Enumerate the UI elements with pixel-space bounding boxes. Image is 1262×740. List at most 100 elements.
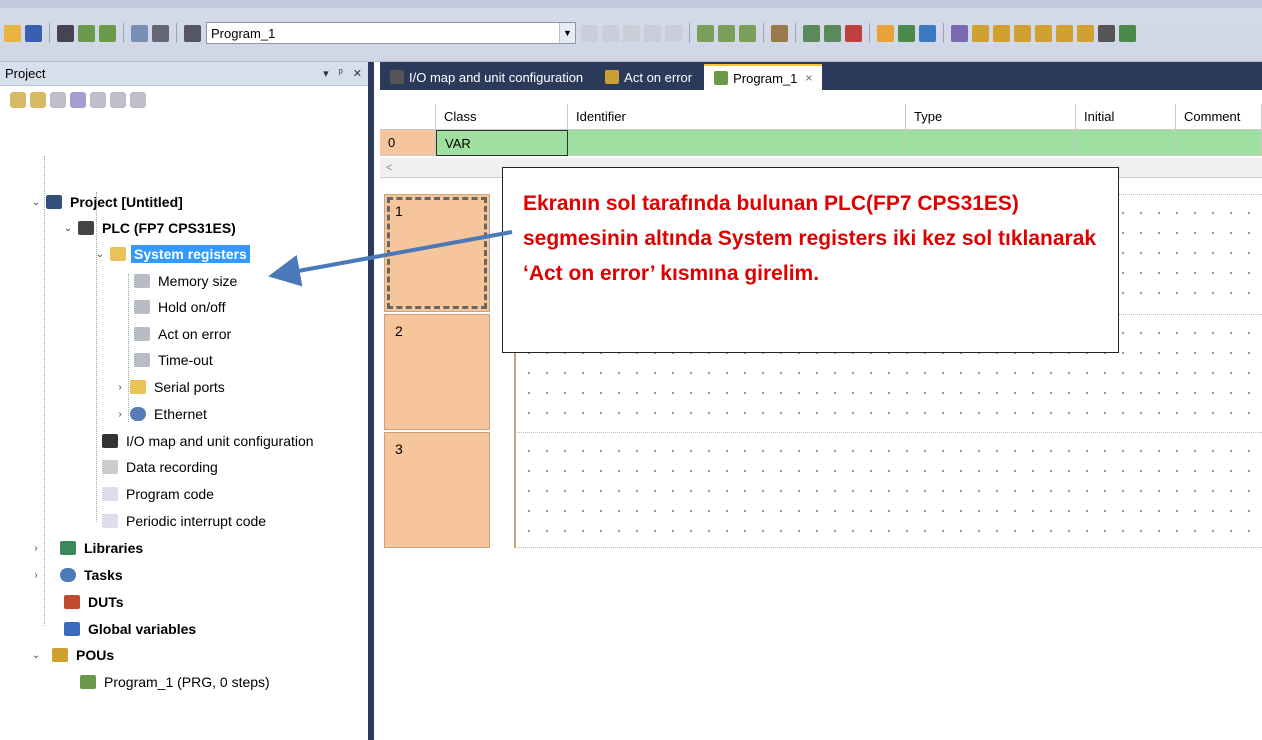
tree-item-io-map[interactable]: I/O map and unit configuration — [98, 431, 317, 451]
check-icon[interactable] — [130, 92, 146, 108]
tree-item-plc[interactable]: ⌄ PLC (FP7 CPS31ES) — [62, 218, 239, 238]
rung-number[interactable]: 3 — [384, 432, 490, 548]
print-preview-icon[interactable] — [131, 24, 148, 42]
cut-icon[interactable] — [581, 24, 598, 42]
tree-item-pous[interactable]: ⌄ POUs — [30, 645, 117, 665]
column-header[interactable]: Initial — [1076, 104, 1176, 130]
rung-area[interactable] — [514, 432, 1262, 548]
network-icon[interactable] — [697, 24, 714, 42]
ld-contact-icon[interactable] — [972, 24, 989, 42]
initial-cell[interactable] — [1076, 130, 1176, 156]
function-icon[interactable] — [919, 24, 936, 42]
library-icon[interactable] — [90, 92, 106, 108]
column-header[interactable]: Type — [906, 104, 1076, 130]
network-icon[interactable] — [718, 24, 735, 42]
coil-icon[interactable] — [898, 24, 915, 42]
column-header[interactable]: Class — [436, 104, 568, 130]
open-icon[interactable] — [4, 24, 21, 42]
row-index: 0 — [380, 130, 436, 156]
panel-menu-icon[interactable]: ▾ — [323, 67, 329, 80]
find-icon[interactable] — [184, 24, 201, 42]
ld-open-contact-icon[interactable] — [1014, 24, 1031, 42]
delete-row-icon[interactable] — [845, 24, 862, 42]
chevron-right-icon[interactable]: › — [114, 382, 126, 393]
ld-line-icon[interactable] — [993, 24, 1010, 42]
close-icon[interactable]: ✕ — [353, 67, 362, 80]
column-header[interactable]: Comment — [1176, 104, 1262, 130]
rung-number[interactable]: 1 — [384, 194, 490, 312]
compile-icon[interactable] — [78, 24, 95, 42]
tree-item-global-vars[interactable]: Global variables — [30, 619, 199, 639]
tree-item-serial-ports[interactable]: › Serial ports — [114, 377, 228, 397]
monitor-icon[interactable] — [57, 24, 74, 42]
program-icon — [80, 675, 96, 689]
remove-icon[interactable] — [50, 92, 66, 108]
tree-item-project[interactable]: ⌄ Project [Untitled] — [30, 192, 186, 212]
chevron-down-icon[interactable]: ⌄ — [62, 223, 74, 234]
table-row[interactable]: 0 VAR — [380, 130, 1262, 156]
insert-row-icon[interactable] — [803, 24, 820, 42]
save-icon[interactable] — [25, 24, 42, 42]
identifier-cell[interactable] — [568, 130, 906, 156]
chevron-right-icon[interactable]: › — [30, 543, 42, 554]
tree-item-program1[interactable]: Program_1 (PRG, 0 steps) — [76, 672, 273, 692]
chevron-right-icon[interactable]: › — [114, 409, 126, 420]
rung-number[interactable]: 2 — [384, 314, 490, 430]
add-folder-icon[interactable] — [30, 92, 46, 108]
menu-strip — [0, 0, 1262, 8]
tree-item-ethernet[interactable]: › Ethernet — [114, 404, 210, 424]
scroll-left-icon[interactable]: < — [386, 162, 392, 174]
chevron-down-icon[interactable]: ▼ — [559, 23, 575, 43]
contact-icon[interactable] — [877, 24, 894, 42]
recording-icon — [102, 460, 118, 474]
tree-item-label: I/O map and unit configuration — [126, 433, 314, 449]
undo-icon[interactable] — [644, 24, 661, 42]
library-add-icon[interactable] — [110, 92, 126, 108]
comment-cell[interactable] — [1176, 130, 1262, 156]
pin-icon[interactable]: ᵖ — [339, 67, 343, 80]
tab-program1[interactable]: Program_1 × — [704, 64, 823, 90]
chevron-down-icon[interactable]: ⌄ — [94, 249, 106, 260]
tree-item-duts[interactable]: DUTs — [30, 592, 127, 612]
tree-item-data-recording[interactable]: Data recording — [98, 457, 221, 477]
tab-act-on-error[interactable]: Act on error — [595, 64, 702, 90]
paste-icon[interactable] — [623, 24, 640, 42]
tree-item-program-code[interactable]: Program code — [98, 484, 217, 504]
pencil-icon[interactable] — [951, 24, 968, 42]
tree-item-memory-size[interactable]: Memory size — [130, 271, 240, 291]
column-header[interactable]: Identifier — [568, 104, 906, 130]
box-icon[interactable] — [1119, 24, 1136, 42]
annotation-text: Ekranın sol tarafında bulunan PLC(FP7 CP… — [523, 192, 1097, 285]
copy-icon[interactable] — [602, 24, 619, 42]
add-object-icon[interactable] — [10, 92, 26, 108]
type-cell[interactable] — [906, 130, 1076, 156]
program-selector[interactable]: Program_1 ▼ — [206, 22, 576, 44]
append-row-icon[interactable] — [824, 24, 841, 42]
close-icon[interactable]: × — [805, 71, 812, 85]
tree-item-timeout[interactable]: Time-out — [130, 350, 216, 370]
redo-icon[interactable] — [665, 24, 682, 42]
chevron-down-icon[interactable]: ⌄ — [30, 650, 42, 661]
tree-item-tasks[interactable]: › Tasks — [30, 565, 126, 585]
tree-item-hold[interactable]: Hold on/off — [130, 297, 228, 317]
print-icon[interactable] — [152, 24, 169, 42]
class-cell[interactable]: VAR — [436, 130, 568, 156]
debug-icon[interactable] — [771, 24, 788, 42]
properties-icon[interactable] — [70, 92, 86, 108]
ld-set-coil-icon[interactable] — [1077, 24, 1094, 42]
tree-item-system-registers[interactable]: ⌄ System registers — [94, 244, 250, 264]
compile-all-icon[interactable] — [99, 24, 116, 42]
global-vars-icon — [64, 622, 80, 636]
tab-io-map[interactable]: I/O map and unit configuration — [380, 64, 593, 90]
tree-item-label: Periodic interrupt code — [126, 513, 267, 529]
network-icon[interactable] — [739, 24, 756, 42]
tree-item-libraries[interactable]: › Libraries — [30, 538, 146, 558]
ld-coil-icon[interactable] — [1056, 24, 1073, 42]
ld-pos-edge-icon[interactable] — [1035, 24, 1052, 42]
panel-controls[interactable]: ▾ ᵖ ✕ — [323, 67, 362, 80]
tree-item-periodic[interactable]: Periodic interrupt code — [98, 511, 269, 531]
tree-item-act-on-error[interactable]: Act on error — [130, 324, 234, 344]
var-icon[interactable] — [1098, 24, 1115, 42]
chevron-right-icon[interactable]: › — [30, 570, 42, 581]
chevron-down-icon[interactable]: ⌄ — [30, 197, 42, 208]
